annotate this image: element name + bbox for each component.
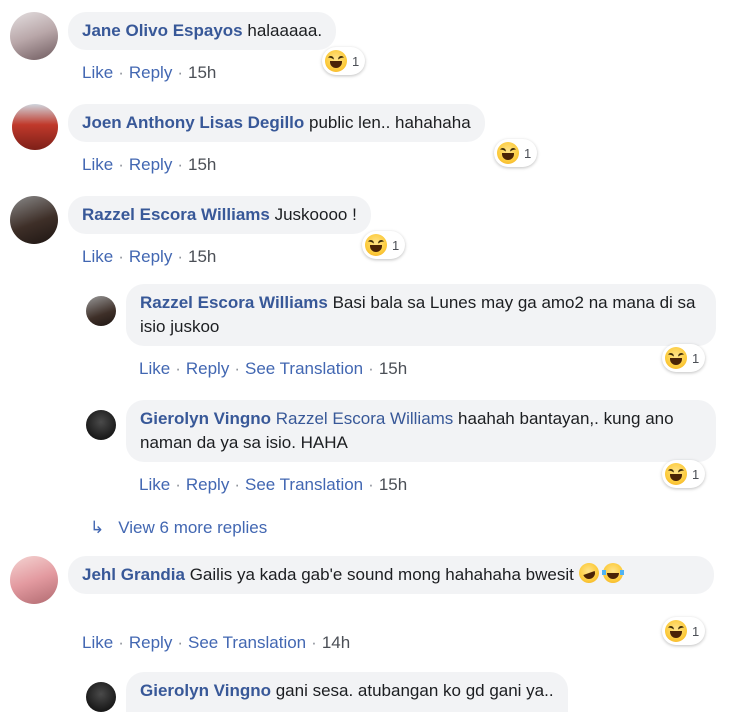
comment-actions: Like · Reply · 15h (82, 247, 217, 266)
see-translation-link[interactable]: See Translation (188, 633, 306, 652)
reaction-count: 1 (524, 145, 532, 161)
like-link[interactable]: Like (82, 633, 113, 652)
commenter-name[interactable]: Jane Olivo Espayos (82, 21, 243, 40)
avatar[interactable] (12, 104, 58, 150)
comment-bubble: Razzel Escora Williams Juskoooo ! (68, 196, 371, 234)
reaction-badge[interactable]: 1 (494, 139, 538, 167)
comment-bubble: Razzel Escora Williams Basi bala sa Lune… (126, 284, 716, 346)
comment-bubble: Gierolyn Vingno gani sesa. atubangan ko … (126, 672, 568, 712)
comment-actions: Like · Reply · 15h (82, 63, 217, 82)
reaction-count: 1 (352, 53, 360, 69)
avatar[interactable] (10, 556, 58, 604)
view-more-replies-link[interactable]: ↳ View 6 more replies (90, 518, 267, 538)
avatar[interactable] (86, 682, 116, 712)
reply-arrow-icon: ↳ (90, 518, 105, 537)
avatar[interactable] (10, 12, 58, 60)
haha-reaction-icon (665, 463, 687, 485)
see-translation-link[interactable]: See Translation (245, 359, 363, 378)
like-link[interactable]: Like (82, 247, 113, 266)
reply-link[interactable]: Reply (129, 633, 172, 652)
reaction-count: 1 (692, 466, 700, 482)
reaction-badge[interactable]: 1 (662, 344, 706, 372)
reaction-count: 1 (692, 350, 700, 366)
like-link[interactable]: Like (82, 63, 113, 82)
see-translation-link[interactable]: See Translation (245, 475, 363, 494)
like-link[interactable]: Like (139, 359, 170, 378)
timestamp[interactable]: 15h (188, 63, 216, 82)
comment-text: Gailis ya kada gab'e sound mong hahahaha… (184, 565, 574, 584)
rolling-laughing-emoji (575, 560, 602, 586)
haha-reaction-icon (665, 347, 687, 369)
comment-actions: Like · Reply · 15h (82, 155, 217, 174)
reaction-badge[interactable]: 1 (662, 617, 706, 645)
reply-link[interactable]: Reply (186, 359, 229, 378)
tears-of-joy-emoji (602, 563, 625, 583)
avatar[interactable] (86, 296, 116, 326)
timestamp[interactable]: 15h (379, 475, 407, 494)
commenter-name[interactable]: Joen Anthony Lisas Degillo (82, 113, 304, 132)
reaction-badge[interactable]: 1 (322, 47, 366, 75)
timestamp[interactable]: 15h (379, 359, 407, 378)
comment-actions: Like · Reply · See Translation · 15h (139, 475, 408, 494)
reaction-badge[interactable]: 1 (362, 231, 406, 259)
avatar[interactable] (86, 410, 116, 440)
haha-reaction-icon (365, 234, 387, 256)
view-more-label: View 6 more replies (118, 518, 268, 537)
haha-reaction-icon (325, 50, 347, 72)
commenter-name[interactable]: Razzel Escora Williams (140, 293, 328, 312)
reply-link[interactable]: Reply (186, 475, 229, 494)
reaction-count: 1 (692, 623, 700, 639)
comment-actions: Like · Reply · See Translation · 15h (139, 359, 408, 378)
comment-bubble: Jehl Grandia Gailis ya kada gab'e sound … (68, 556, 714, 594)
reply-link[interactable]: Reply (129, 63, 172, 82)
commenter-name[interactable]: Jehl Grandia (82, 565, 185, 584)
comment-text: public len.. hahahaha (304, 113, 471, 132)
reaction-badge[interactable]: 1 (662, 460, 706, 488)
avatar[interactable] (10, 196, 58, 244)
haha-reaction-icon (497, 142, 519, 164)
timestamp[interactable]: 15h (188, 155, 216, 174)
comment-text: gani sesa. atubangan ko gd gani ya.. (270, 681, 554, 700)
reply-link[interactable]: Reply (129, 247, 172, 266)
comment-bubble: Jane Olivo Espayos halaaaaa. (68, 12, 337, 50)
commenter-name[interactable]: Razzel Escora Williams (82, 205, 270, 224)
comment-bubble: Gierolyn Vingno Razzel Escora Williams h… (126, 400, 716, 462)
comment-text: Juskoooo ! (269, 205, 357, 224)
like-link[interactable]: Like (82, 155, 113, 174)
comment-text: halaaaaa. (242, 21, 323, 40)
commenter-name[interactable]: Gierolyn Vingno (140, 409, 271, 428)
haha-reaction-icon (665, 620, 687, 642)
timestamp[interactable]: 15h (188, 247, 216, 266)
reaction-count: 1 (392, 237, 400, 253)
commenter-name[interactable]: Gierolyn Vingno (140, 681, 271, 700)
like-link[interactable]: Like (139, 475, 170, 494)
comment-bubble: Joen Anthony Lisas Degillo public len.. … (68, 104, 485, 142)
reply-link[interactable]: Reply (129, 155, 172, 174)
timestamp[interactable]: 14h (322, 633, 350, 652)
comment-actions: Like · Reply · See Translation · 14h (82, 633, 351, 652)
mentioned-user[interactable]: Razzel Escora Williams (276, 409, 454, 428)
